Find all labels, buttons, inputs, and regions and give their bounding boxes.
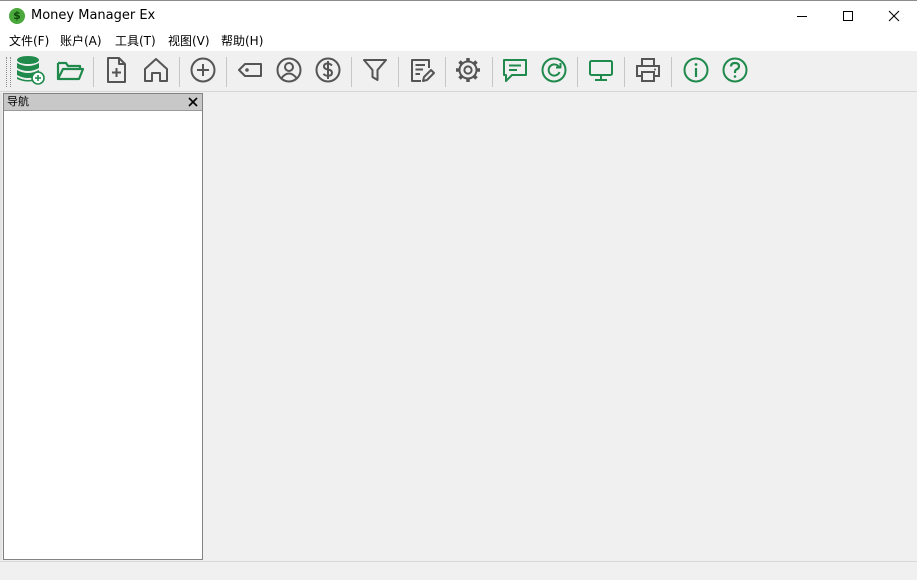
tag-icon [238, 63, 262, 77]
currency-icon [315, 57, 341, 83]
info-button[interactable] [680, 54, 712, 86]
settings-button[interactable] [452, 54, 484, 86]
edit-report-button[interactable] [406, 54, 438, 86]
main-toolbar [0, 51, 917, 92]
payees-button[interactable] [273, 54, 305, 86]
close-button[interactable] [871, 1, 917, 31]
toolbar-separator [93, 57, 94, 87]
title-bar: $ Money Manager Ex [0, 0, 917, 31]
toolbar-separator [671, 57, 672, 87]
navigation-caption: 导航 [4, 94, 202, 111]
toolbar-separator [492, 57, 493, 87]
new-database-button[interactable] [14, 54, 46, 86]
navigation-panel[interactable]: 导航 [3, 93, 203, 560]
toolbar-separator [179, 57, 180, 87]
window-left-edge [0, 93, 2, 560]
toolbar-separator [445, 57, 446, 87]
main-content-area [207, 93, 917, 560]
close-icon [188, 97, 198, 107]
new-file-button[interactable] [100, 54, 132, 86]
toolbar-separator [577, 57, 578, 87]
toolbar-separator [226, 57, 227, 87]
add-transaction-icon [190, 57, 216, 83]
categories-button[interactable] [234, 54, 266, 86]
new-file-icon [107, 57, 126, 83]
refresh-button[interactable] [538, 54, 570, 86]
display-button[interactable] [585, 54, 617, 86]
window-title: Money Manager Ex [31, 8, 156, 23]
feedback-button[interactable] [499, 54, 531, 86]
currency-button[interactable] [312, 54, 344, 86]
menu-bar: 文件(F) 账户(A) 工具(T) 视图(V) 帮助(H) [0, 31, 917, 51]
help-button[interactable] [719, 54, 751, 86]
settings-icon [456, 58, 480, 82]
minimize-button[interactable] [779, 1, 825, 31]
menu-tools[interactable]: 工具(T) [113, 33, 158, 49]
open-database-button[interactable] [54, 54, 86, 86]
menu-help[interactable]: 帮助(H) [219, 33, 265, 49]
print-button[interactable] [632, 54, 664, 86]
filter-button[interactable] [359, 54, 391, 86]
status-bar [0, 561, 917, 580]
minimize-icon [797, 16, 807, 17]
print-icon [636, 58, 660, 82]
add-transaction-button[interactable] [187, 54, 219, 86]
close-icon [888, 10, 900, 22]
payee-icon [276, 57, 302, 83]
help-icon [722, 57, 748, 83]
home-button[interactable] [140, 54, 172, 86]
display-icon [589, 60, 613, 81]
new-database-icon [17, 56, 45, 85]
refresh-icon [541, 57, 567, 83]
toolbar-separator [351, 57, 352, 87]
menu-view[interactable]: 视图(V) [166, 33, 212, 49]
info-icon [683, 57, 709, 83]
app-window: $ Money Manager Ex 文件(F) 账户(A) 工具(T) 视图(… [0, 0, 917, 580]
filter-icon [363, 59, 387, 81]
toolbar-separator [398, 57, 399, 87]
navigation-close-button[interactable] [187, 96, 199, 108]
toolbar-grip[interactable] [6, 57, 11, 87]
edit-report-icon [411, 59, 435, 82]
maximize-button[interactable] [825, 1, 871, 31]
app-logo-icon: $ [9, 8, 25, 24]
menu-account[interactable]: 账户(A) [58, 33, 104, 49]
open-database-icon [56, 61, 85, 81]
feedback-icon [503, 59, 527, 82]
toolbar-separator [624, 57, 625, 87]
home-icon [144, 58, 168, 82]
navigation-title: 导航 [7, 95, 29, 108]
menu-file[interactable]: 文件(F) [7, 33, 51, 49]
maximize-icon [843, 11, 853, 21]
